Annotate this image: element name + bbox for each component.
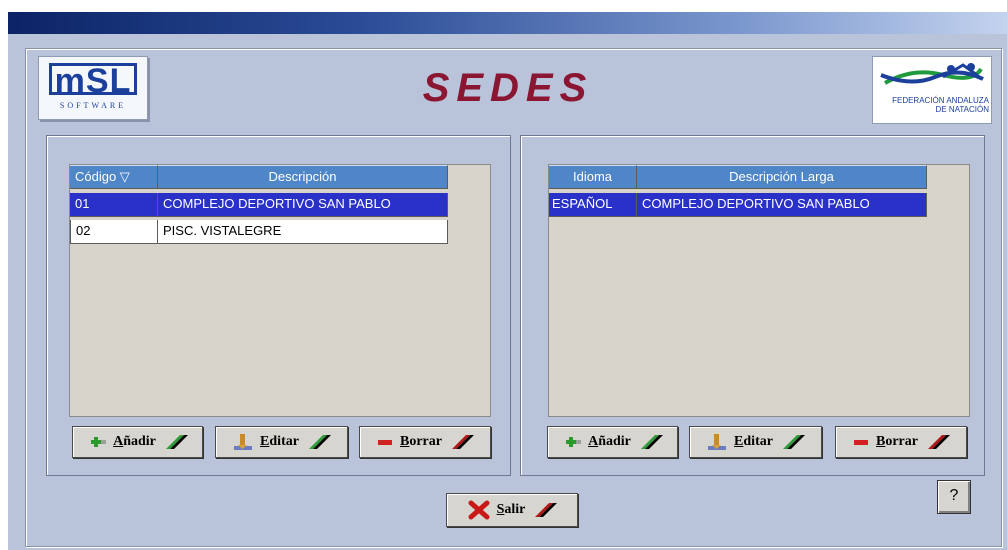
add-idioma-button-label: Añadir — [588, 434, 631, 449]
idiomas-grid[interactable]: Idioma Descripción Larga ESPAÑOL COMPLEJ… — [548, 164, 970, 417]
idiomas-grid-header: Idioma Descripción Larga — [549, 165, 927, 189]
add-button-label: Añadir — [113, 434, 156, 449]
edit-button[interactable]: Editar — [215, 426, 348, 458]
federacion-logo-text: FEDERACIÓN ANDALUZA DE NATACIÓN — [875, 96, 989, 114]
main-window: mSL SOFTWARE SEDES FEDERACIÓN ANDALUZA D… — [8, 34, 1007, 550]
table-row[interactable]: 01 COMPLEJO DEPORTIVO SAN PABLO — [70, 193, 448, 217]
cell-descripcion[interactable]: PISC. VISTALEGRE — [158, 220, 448, 244]
table-row[interactable]: ESPAÑOL COMPLEJO DEPORTIVO SAN PABLO — [549, 193, 927, 217]
page-title: SEDES — [422, 66, 594, 110]
edit-icon — [708, 434, 727, 450]
cell-descripcion-larga[interactable]: COMPLEJO DEPORTIVO SAN PABLO — [637, 193, 927, 217]
sedes-grid-header: Código ▽ Descripción — [70, 165, 448, 189]
window-titlebar[interactable] — [8, 12, 1007, 34]
delete-idioma-button-label: Borrar — [876, 434, 918, 449]
add-idioma-button[interactable]: Añadir — [547, 426, 678, 458]
x-icon — [468, 500, 490, 520]
delete-button[interactable]: Borrar — [359, 426, 491, 458]
slash-flag-icon — [535, 503, 558, 517]
add-button[interactable]: Añadir — [72, 426, 203, 458]
cell-codigo[interactable]: 01 — [70, 193, 158, 217]
minus-icon — [854, 440, 868, 445]
column-header-descripcion-larga[interactable]: Descripción Larga — [637, 165, 927, 189]
msl-software-logo: mSL SOFTWARE — [38, 56, 148, 120]
slash-flag-icon — [308, 435, 331, 449]
table-row[interactable]: 02 PISC. VISTALEGRE — [70, 220, 448, 244]
plus-icon — [566, 437, 582, 447]
sedes-grid[interactable]: Código ▽ Descripción 01 COMPLEJO DEPORTI… — [69, 164, 491, 417]
exit-button-label: Salir — [496, 502, 526, 517]
column-header-idioma[interactable]: Idioma — [549, 165, 637, 189]
cell-codigo[interactable]: 02 — [70, 220, 158, 244]
edit-icon — [234, 434, 253, 450]
sedes-panel: Código ▽ Descripción 01 COMPLEJO DEPORTI… — [46, 135, 511, 476]
federacion-logo-line1: FEDERACIÓN ANDALUZA — [892, 96, 989, 105]
slash-flag-icon — [452, 435, 474, 449]
swimmers-icon — [880, 63, 984, 85]
exit-button[interactable]: Salir — [446, 493, 578, 527]
edit-idioma-button-label: Editar — [734, 434, 773, 449]
slash-flag-icon — [928, 435, 950, 449]
cell-idioma[interactable]: ESPAÑOL — [549, 193, 637, 217]
minus-icon — [378, 440, 392, 445]
cell-descripcion[interactable]: COMPLEJO DEPORTIVO SAN PABLO — [158, 193, 448, 217]
edit-idioma-button[interactable]: Editar — [689, 426, 822, 458]
federacion-logo: FEDERACIÓN ANDALUZA DE NATACIÓN — [872, 56, 992, 124]
column-header-codigo[interactable]: Código ▽ — [70, 165, 158, 189]
msl-logo-sub: SOFTWARE — [59, 101, 127, 110]
help-button[interactable]: ? — [937, 480, 971, 514]
idiomas-panel: Idioma Descripción Larga ESPAÑOL COMPLEJ… — [520, 135, 985, 476]
edit-button-label: Editar — [260, 434, 299, 449]
plus-icon — [91, 437, 107, 447]
federacion-logo-line2: DE NATACIÓN — [935, 105, 989, 114]
column-header-descripcion[interactable]: Descripción — [158, 165, 448, 189]
delete-button-label: Borrar — [400, 434, 442, 449]
slash-flag-icon — [640, 435, 663, 449]
slash-flag-icon — [165, 435, 188, 449]
delete-idioma-button[interactable]: Borrar — [835, 426, 967, 458]
msl-logo-mark: mSL — [49, 63, 137, 98]
slash-flag-icon — [782, 435, 805, 449]
